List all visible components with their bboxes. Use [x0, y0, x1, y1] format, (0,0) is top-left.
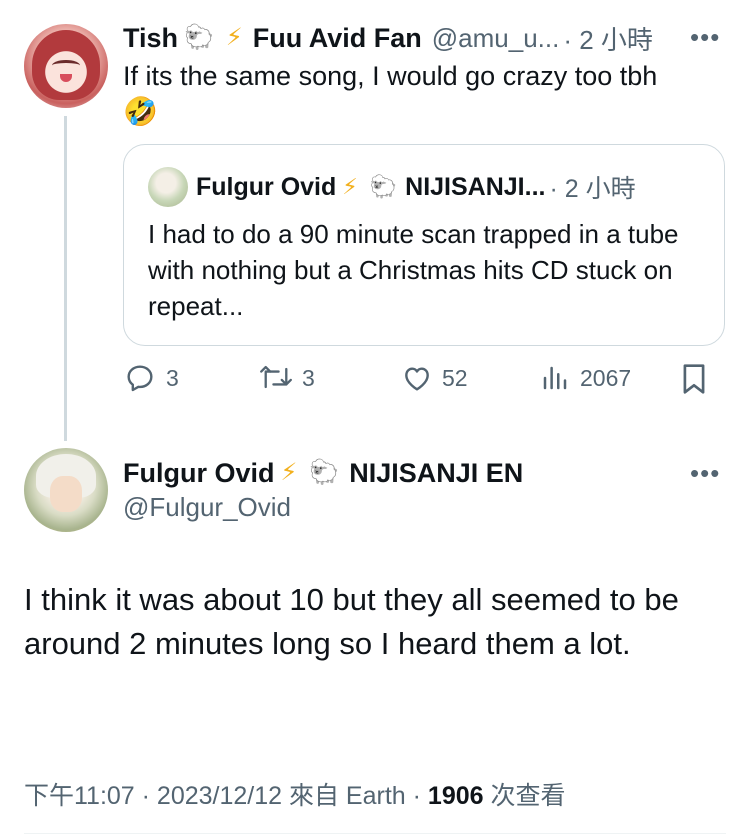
handle[interactable]: @Fulgur_Ovid	[123, 492, 291, 523]
bolt-emoji: ⚡	[342, 174, 358, 199]
sheep-emoji: 🐑	[369, 174, 398, 199]
more-icon[interactable]: •••	[690, 458, 720, 489]
handle[interactable]: @amu_u...	[432, 23, 560, 54]
quote-org: NIJISANJI...	[405, 172, 546, 201]
quote-avatar	[148, 167, 188, 207]
reply-text-line: If its the same song, I would go crazy t…	[123, 61, 658, 91]
repost-icon	[260, 365, 292, 389]
avatar-eyes	[52, 60, 80, 71]
views-count: 2067	[580, 364, 632, 391]
quote-timestamp: · 2 小時	[549, 175, 636, 203]
main-header: Fulgur Ovid ⚡ 🐑 NIJISANJI EN	[123, 455, 523, 491]
bookmark-icon	[683, 364, 705, 394]
quote-display-name: Fulgur Ovid	[196, 172, 337, 201]
view-label: 次查看	[483, 782, 566, 810]
reply-header: Tish 🐑 ⚡ Fuu Avid Fan @amu_u... · 2 小時	[123, 20, 653, 56]
views-icon	[543, 366, 567, 390]
repost-count: 3	[302, 364, 315, 391]
display-name[interactable]: Fulgur Ovid	[123, 458, 275, 489]
reply-count: 3	[166, 364, 179, 391]
divider	[24, 833, 726, 834]
bolt-emoji: ⚡	[225, 24, 243, 51]
org-name[interactable]: NIJISANJI EN	[349, 458, 523, 489]
thread-line	[64, 116, 67, 441]
avatar[interactable]	[24, 24, 108, 108]
more-icon[interactable]: •••	[690, 22, 720, 53]
like-icon	[405, 367, 429, 391]
display-name-suffix[interactable]: Fuu Avid Fan	[253, 23, 422, 54]
bolt-emoji: ⚡	[280, 459, 298, 486]
reply-text: If its the same song, I would go crazy t…	[123, 58, 723, 130]
views-button[interactable]: 2067	[540, 362, 631, 394]
tweet-meta: 下午11:07 · 2023/12/12 來自 Earth · 1906 次查看	[24, 776, 566, 812]
view-count[interactable]: 1906	[428, 782, 484, 810]
reply-icon	[127, 365, 153, 392]
quote-text: I had to do a 90 minute scan trapped in …	[148, 219, 679, 321]
like-button[interactable]: 52	[400, 362, 468, 394]
tweet-text: I think it was about 10 but they all see…	[24, 582, 679, 661]
quote-header: Fulgur Ovid ⚡ 🐑 NIJISANJI... · 2 小時	[196, 170, 636, 204]
sheep-emoji: 🐑	[184, 24, 214, 51]
like-count: 52	[442, 364, 468, 391]
repost-button[interactable]: 3	[258, 362, 315, 394]
rofl-emoji: 🤣	[123, 96, 158, 127]
tweet-timestamp[interactable]: 下午11:07 · 2023/12/12 來自 Earth ·	[24, 782, 428, 810]
bookmark-button[interactable]	[680, 362, 708, 396]
avatar-face	[50, 476, 82, 512]
sheep-emoji: 🐑	[309, 459, 340, 486]
avatar[interactable]	[24, 448, 108, 532]
timestamp[interactable]: · 2 小時	[563, 20, 653, 57]
display-name[interactable]: Tish	[123, 23, 178, 54]
reply-button[interactable]: 3	[124, 362, 179, 394]
